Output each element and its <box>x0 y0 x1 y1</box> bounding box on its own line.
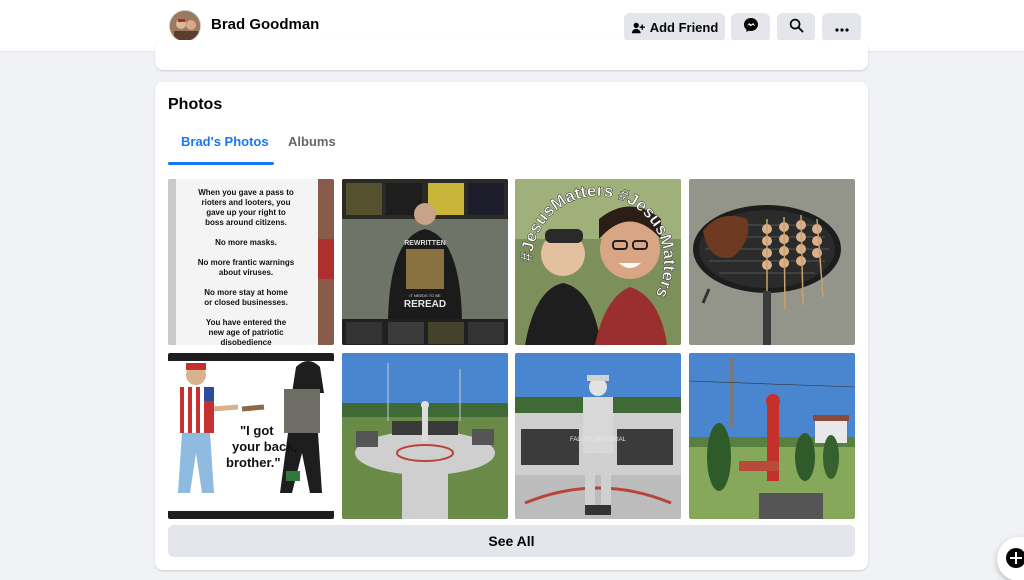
more-options-button[interactable] <box>822 13 861 42</box>
photo-thumbnail-5[interactable]: "I got your back, brother." <box>168 353 334 519</box>
memorial-text: FALLEN MEMORIAL <box>570 437 627 443</box>
meme-line: about viruses. <box>219 268 273 277</box>
meme-line: rioters and looters, you <box>202 198 291 207</box>
meme-line: new age of patriotic <box>208 328 284 337</box>
add-friend-button[interactable]: Add Friend <box>624 13 725 42</box>
photo-thumbnail-4[interactable] <box>689 179 855 345</box>
photo-thumbnail-2[interactable]: REWRITTEN IT NEEDS TO BE REREAD <box>342 179 508 345</box>
add-friend-icon <box>631 21 645 35</box>
active-tab-indicator <box>168 162 274 165</box>
messenger-icon <box>743 17 759 38</box>
meme-line: No more stay at home <box>204 288 288 297</box>
meme-line: disobedience <box>220 338 272 345</box>
meme-line: When you gave a pass to <box>198 188 294 197</box>
shirt-text: REREAD <box>404 299 446 310</box>
tab-albums[interactable]: Albums <box>288 134 336 149</box>
profile-name[interactable]: Brad Goodman <box>211 16 319 33</box>
previous-card-bottom <box>155 40 868 70</box>
meme-line: No more frantic warnings <box>198 258 295 267</box>
search-icon <box>789 18 804 38</box>
photos-card: Photos Brad's Photos Albums When you gav… <box>155 82 868 570</box>
photo-thumbnail-3[interactable]: #JesusMatters #JesusMatters <box>515 179 681 345</box>
tab-brads-photos[interactable]: Brad's Photos <box>181 134 269 149</box>
shirt-text: REWRITTEN <box>404 240 446 247</box>
avatar[interactable] <box>169 10 201 42</box>
photos-title[interactable]: Photos <box>168 96 222 114</box>
see-all-button[interactable]: See All <box>168 525 855 557</box>
meme-line: You have entered the <box>206 318 287 327</box>
photo-thumbnail-1[interactable]: When you gave a pass to rioters and loot… <box>168 179 334 345</box>
meme-caption-line: "I got <box>240 423 274 438</box>
meme-line: No more masks. <box>215 238 277 247</box>
meme-line: gave up your right to <box>206 208 286 217</box>
photo-thumbnail-7[interactable]: FALLEN MEMORIAL <box>515 353 681 519</box>
meme-line: boss around citizens. <box>205 218 287 227</box>
photo-thumbnail-6[interactable] <box>342 353 508 519</box>
meme-caption-line: brother." <box>226 455 281 470</box>
shirt-text: IT NEEDS TO BE <box>409 293 441 298</box>
search-button[interactable] <box>777 13 815 42</box>
meme-caption-line: your back, <box>232 439 297 454</box>
more-icon <box>834 19 849 37</box>
messenger-button[interactable] <box>731 13 770 42</box>
photo-thumbnail-8[interactable] <box>689 353 855 519</box>
add-friend-label: Add Friend <box>649 20 719 35</box>
meme-line: or closed businesses. <box>204 298 288 307</box>
compose-icon <box>1005 547 1024 574</box>
new-message-fab[interactable] <box>997 537 1024 580</box>
